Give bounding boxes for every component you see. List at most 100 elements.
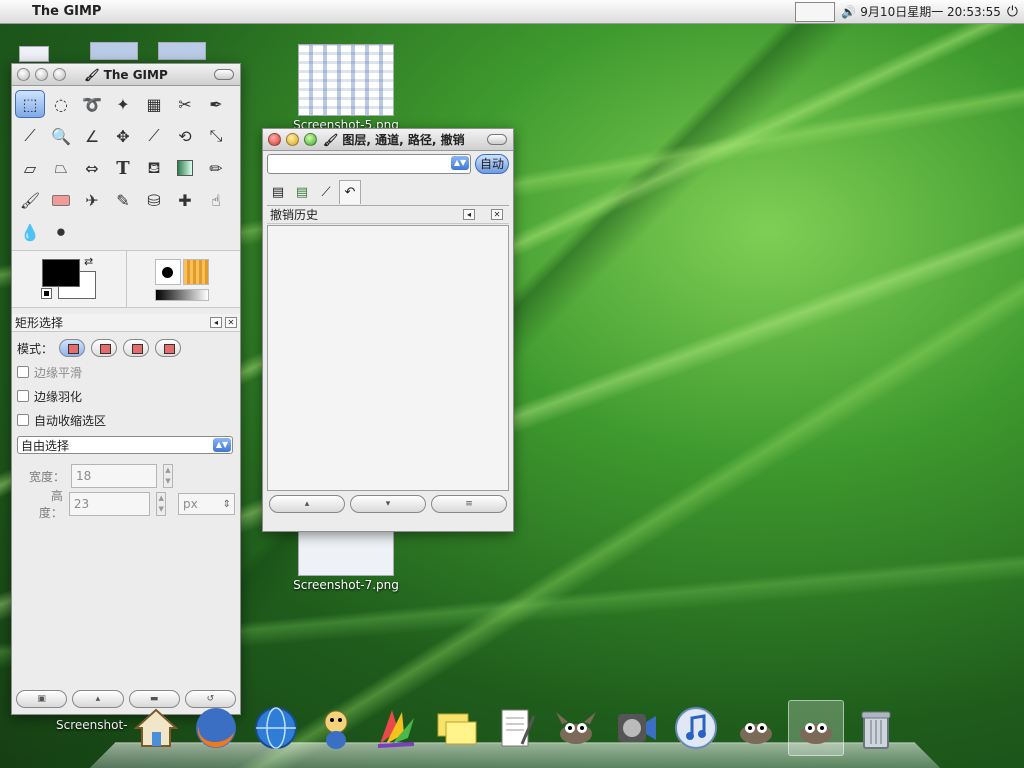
gimp-window-icon-2[interactable] <box>788 700 844 756</box>
mode-add-button[interactable] <box>91 339 118 357</box>
move-icon[interactable]: ✥ <box>108 122 138 150</box>
antialias-checkbox[interactable] <box>17 366 29 378</box>
photo-app-icon[interactable] <box>368 700 424 756</box>
antialias-row[interactable]: 边缘平滑 <box>17 360 235 384</box>
clear-history-button[interactable]: ≡ <box>431 495 507 513</box>
paths-icon[interactable]: ✒ <box>201 90 231 118</box>
shear-icon[interactable]: ▱ <box>15 154 45 182</box>
sticky-notes-icon[interactable] <box>428 700 484 756</box>
undo-history-list[interactable] <box>267 225 509 491</box>
paintbrush-icon[interactable]: 🖌 <box>15 186 45 214</box>
panel-menu-button[interactable]: ◂ <box>463 209 475 220</box>
toolbar-toggle-button[interactable] <box>214 69 234 80</box>
blend-icon[interactable] <box>170 154 200 182</box>
bucket-fill-icon[interactable]: ⛾ <box>139 154 169 182</box>
pattern-preview[interactable] <box>182 259 209 285</box>
width-stepper[interactable]: ▲ ▼ <box>163 464 173 488</box>
feather-checkbox[interactable] <box>17 390 29 402</box>
text-editor-icon[interactable] <box>488 700 544 756</box>
width-field[interactable]: 18 <box>71 464 157 488</box>
crop-icon[interactable]: ⟋ <box>139 122 169 150</box>
mode-replace-button[interactable] <box>59 339 86 357</box>
select-by-color-icon[interactable]: ▦ <box>139 90 169 118</box>
close-button[interactable] <box>268 133 281 146</box>
rect-select-icon[interactable]: ⬚ <box>15 90 45 118</box>
desktop-icon-file[interactable] <box>16 46 52 64</box>
toolbox-titlebar[interactable]: 🖌 The GIMP <box>12 64 240 86</box>
flip-icon[interactable]: ⇔ <box>77 154 107 182</box>
zoom-icon[interactable]: 🔍 <box>46 122 76 150</box>
minimize-button[interactable] <box>35 68 48 81</box>
measure-icon[interactable]: ∠ <box>77 122 107 150</box>
tab-channels[interactable]: ▤ <box>291 180 313 204</box>
network-globe-icon[interactable] <box>248 700 304 756</box>
undo-button[interactable]: ▴ <box>269 495 345 513</box>
tray-applet[interactable] <box>795 1 836 22</box>
text-icon[interactable]: T <box>108 154 138 182</box>
tab-paths[interactable]: ⟋ <box>315 180 337 204</box>
fuzzy-select-icon[interactable]: ✦ <box>108 90 138 118</box>
select-mode-dropdown[interactable]: 自由选择 ▲▼ <box>17 436 233 454</box>
rotate-icon[interactable]: ⟲ <box>170 122 200 150</box>
redo-button[interactable]: ▾ <box>350 495 426 513</box>
smudge-icon[interactable]: ☝ <box>201 186 231 214</box>
free-select-icon[interactable]: ➰ <box>77 90 107 118</box>
autoshrink-row[interactable]: 自动收缩选区 <box>17 408 235 432</box>
pencil-icon[interactable]: ✏ <box>201 154 231 182</box>
save-options-button[interactable]: ▣ <box>16 690 68 708</box>
layers-titlebar[interactable]: 🖌 图层, 通道, 路径, 撤销 <box>263 129 513 151</box>
firefox-icon[interactable] <box>188 700 244 756</box>
blur-icon[interactable]: 💧 <box>15 218 45 246</box>
mode-subtract-button[interactable] <box>123 339 150 357</box>
panel-close-button[interactable]: ✕ <box>225 317 237 328</box>
dodge-burn-icon[interactable]: ⚫ <box>46 218 76 246</box>
ellipse-select-icon[interactable]: ◌ <box>46 90 76 118</box>
restore-options-button[interactable]: ▴ <box>72 690 124 708</box>
brush-preview[interactable] <box>154 259 181 285</box>
power-icon[interactable]: ⏻ <box>1007 4 1018 20</box>
desktop-icon-screenshot-7[interactable]: Screenshot-7.png <box>290 528 402 592</box>
image-selector-dropdown[interactable]: ▲▼ <box>267 154 471 174</box>
desktop-icon-screenshot[interactable]: Screenshot- <box>56 718 136 732</box>
zoom-button[interactable] <box>53 68 66 81</box>
auto-button[interactable]: 自动 <box>475 154 509 174</box>
close-button[interactable] <box>17 68 30 81</box>
clock[interactable]: 9月10日星期一 20:53:55 <box>860 3 1001 20</box>
autoshrink-checkbox[interactable] <box>17 414 29 426</box>
perspective-icon[interactable]: ⏢ <box>46 154 76 182</box>
panel-close-button[interactable]: ✕ <box>491 209 503 220</box>
mode-intersect-button[interactable] <box>155 339 182 357</box>
toolbar-toggle-button[interactable] <box>487 134 507 145</box>
desktop-icon-folder-1[interactable] <box>86 42 142 62</box>
scale-icon[interactable]: ⤡ <box>201 122 231 150</box>
airbrush-icon[interactable]: ✈ <box>77 186 107 214</box>
feather-row[interactable]: 边缘羽化 <box>17 384 235 408</box>
penguin-app-icon[interactable] <box>308 700 364 756</box>
trash-icon[interactable] <box>848 700 904 756</box>
zoom-button[interactable] <box>304 133 317 146</box>
gimp-icon[interactable] <box>548 700 604 756</box>
color-picker-icon[interactable]: ⟋ <box>15 122 45 150</box>
home-icon[interactable] <box>128 700 184 756</box>
heal-icon[interactable]: ✚ <box>170 186 200 214</box>
minimize-button[interactable] <box>286 133 299 146</box>
height-field[interactable]: 23 <box>68 492 151 516</box>
scissors-icon[interactable]: ✂ <box>170 90 200 118</box>
desktop-icon-folder-2[interactable] <box>154 42 210 62</box>
ink-icon[interactable]: ✎ <box>108 186 138 214</box>
tab-undo[interactable]: ↶ <box>339 180 361 204</box>
panel-menu-button[interactable]: ◂ <box>210 317 222 328</box>
itunes-icon[interactable] <box>668 700 724 756</box>
gradient-preview[interactable] <box>154 289 209 301</box>
gimp-window-icon[interactable] <box>728 700 784 756</box>
swap-colors-icon[interactable]: ⇄ <box>84 255 93 268</box>
desktop-icon-screenshot-5[interactable]: Screenshot-5.png <box>290 44 402 132</box>
unit-dropdown[interactable]: px <box>178 493 236 515</box>
height-stepper[interactable]: ▲ ▼ <box>156 492 167 516</box>
default-colors-icon[interactable] <box>41 288 52 299</box>
tab-layers[interactable]: ▤ <box>267 180 289 204</box>
active-app-name[interactable]: The GIMP <box>32 4 101 19</box>
foreground-color-swatch[interactable] <box>42 259 80 287</box>
media-player-icon[interactable] <box>608 700 664 756</box>
speaker-icon[interactable]: 🔊 <box>841 5 856 19</box>
